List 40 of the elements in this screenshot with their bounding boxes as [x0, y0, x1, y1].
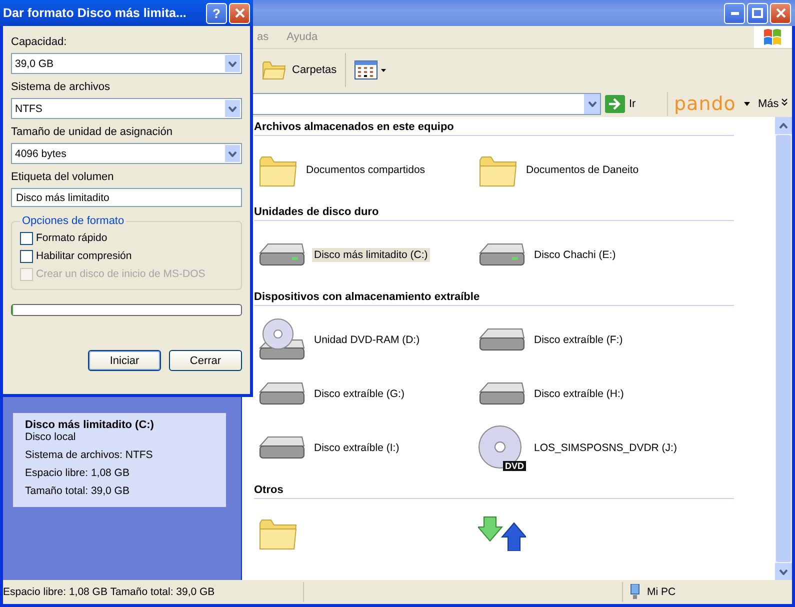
dropdown-field[interactable]: NTFS	[11, 98, 242, 119]
details-line: Sistema de archivos: NTFS	[25, 449, 154, 461]
details-title: Disco más limitadito (C:)	[25, 419, 155, 431]
section-heading: Unidades de disco duro	[254, 206, 734, 221]
dropdown-field[interactable]: 4096 bytes	[11, 143, 242, 164]
go-button[interactable]: Ir	[605, 95, 663, 113]
item-label[interactable]: Disco extraíble (I:)	[312, 441, 402, 455]
section-heading: Archivos almacenados en este equipo	[254, 121, 734, 136]
item-label[interactable]: Unidad DVD-RAM (D:)	[312, 333, 422, 347]
item-label[interactable]: Disco Chachi (E:)	[532, 248, 618, 262]
start-button[interactable]: Iniciar	[88, 350, 161, 371]
dvd-badge: DVD	[502, 461, 526, 471]
input-field[interactable]: Disco más limitadito	[11, 188, 242, 207]
details-line: Tamaño total: 39,0 GB	[25, 485, 130, 497]
dropdown-field[interactable]: 39,0 GB	[11, 53, 242, 74]
item-label[interactable]: Disco extraíble (G:)	[312, 387, 406, 401]
checkbox-label[interactable]: Formato rápido	[36, 232, 108, 244]
item-label[interactable]: LOS_SIMSPOSNS_DVDR (J:)	[532, 441, 679, 455]
field-label: Sistema de archivos	[11, 81, 112, 93]
help-button[interactable]: ?	[206, 2, 227, 24]
checkbox-label[interactable]: Habilitar compresión	[36, 250, 132, 262]
more-button[interactable]: Más	[758, 98, 788, 110]
details-line: Disco local	[25, 431, 77, 443]
details-line: Espacio libre: 1,08 GB	[25, 467, 130, 479]
item-label[interactable]: Disco más limitadito (C:)	[312, 248, 430, 262]
field-label: Tamaño de unidad de asignación	[11, 126, 174, 138]
close-dialog-button[interactable]: Cerrar	[169, 350, 242, 371]
item-label[interactable]: Disco extraíble (H:)	[532, 387, 626, 401]
group-title: Opciones de formato	[21, 215, 126, 227]
status-location: Mi PC	[647, 586, 676, 598]
section-heading: Dispositivos con almacenamiento extraíble	[254, 291, 734, 306]
section-heading: Otros	[254, 484, 734, 499]
item-label[interactable]: Documentos de Daneito	[524, 163, 641, 177]
item-label[interactable]: Disco extraíble (F:)	[532, 333, 625, 347]
item-label[interactable]: Documentos compartidos	[304, 163, 428, 177]
field-label: Capacidad:	[11, 36, 68, 48]
dialog-title: Dar formato Disco más limita...	[3, 6, 188, 20]
folders-button[interactable]: Carpetas	[258, 58, 341, 82]
status-text: Espacio libre: 1,08 GB Tamaño total: 39,0 GB	[3, 586, 216, 598]
field-label: Etiqueta del volumen	[11, 171, 115, 183]
